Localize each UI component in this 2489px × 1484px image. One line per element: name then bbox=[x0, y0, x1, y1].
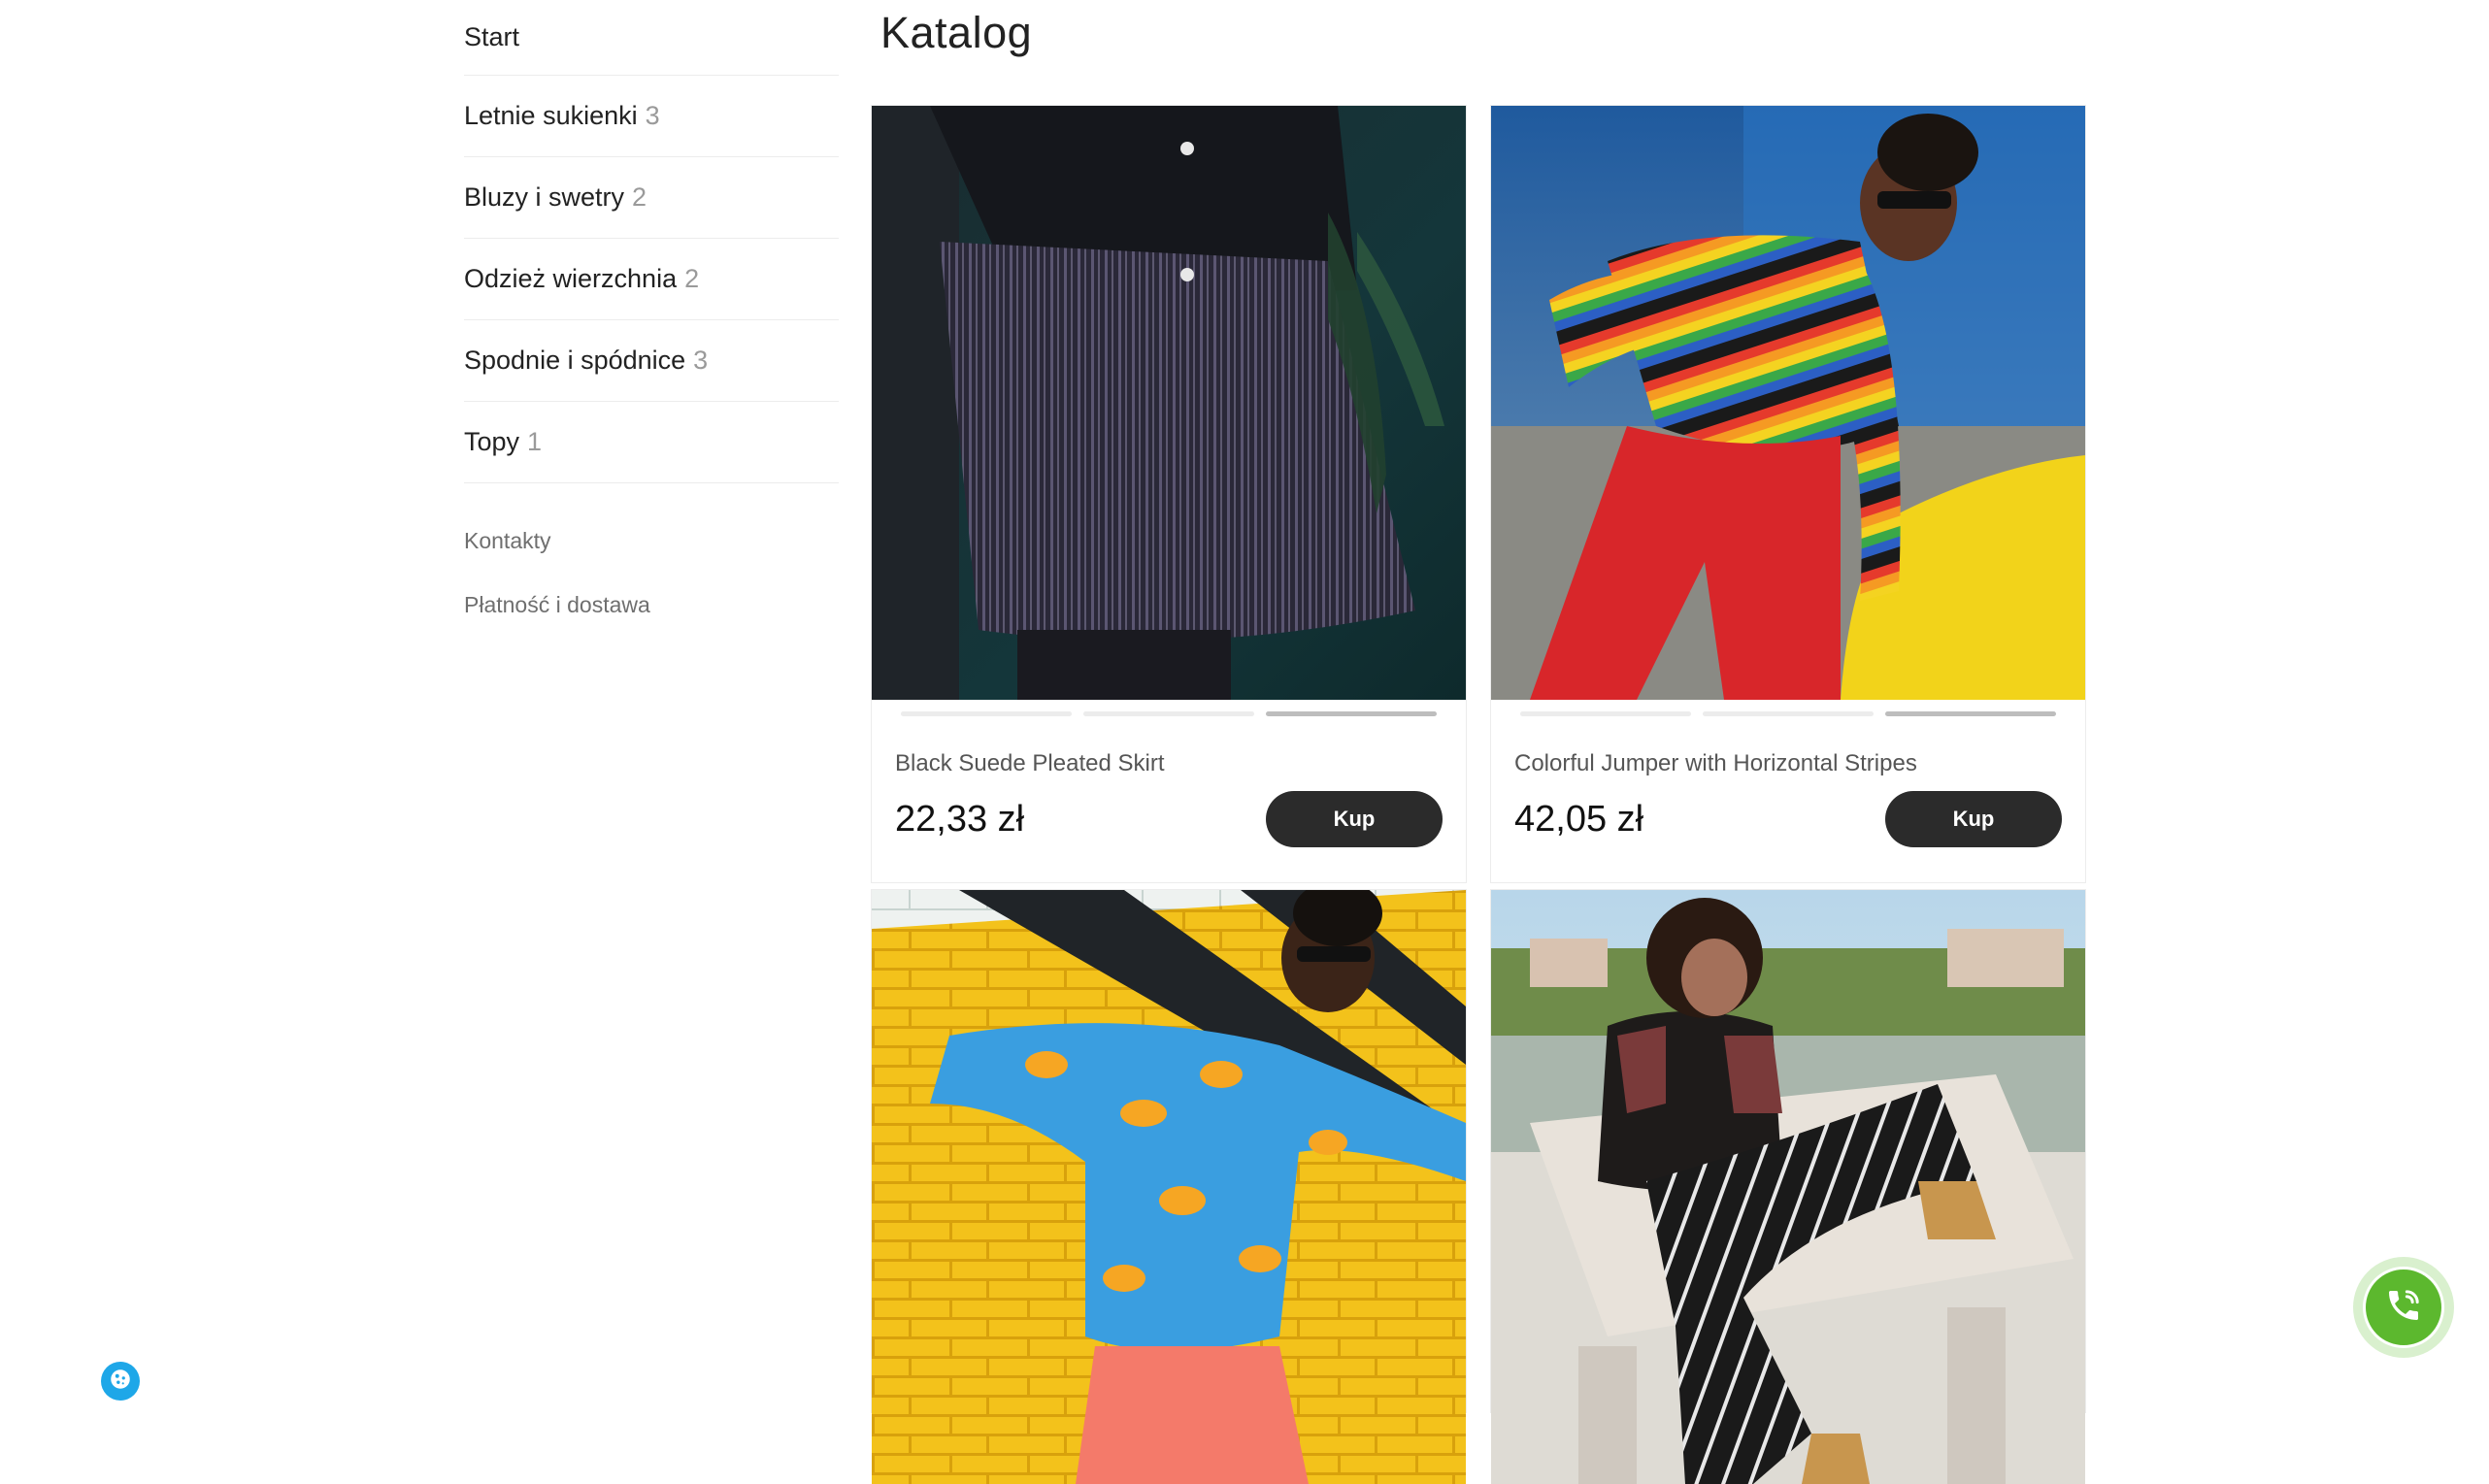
product-grid: Black Suede Pleated Skirt 22,33 zł Kup C… bbox=[871, 105, 2086, 1484]
category-sidebar: Start Letnie sukienki 3 Bluzy i swetry 2… bbox=[464, 0, 839, 637]
slider-dot[interactable] bbox=[1520, 711, 1691, 716]
sidebar-item-count: 2 bbox=[684, 264, 700, 293]
buy-button[interactable]: Kup bbox=[1885, 791, 2062, 847]
product-image[interactable] bbox=[1491, 890, 2085, 1484]
call-button[interactable] bbox=[2353, 1257, 2454, 1358]
slider-dot-active[interactable] bbox=[1885, 711, 2056, 716]
sidebar-item-summer-dresses[interactable]: Letnie sukienki 3 bbox=[464, 76, 839, 157]
slider-dot[interactable] bbox=[1703, 711, 1874, 716]
product-card: Black Suede Pleated Skirt 22,33 zł Kup bbox=[871, 105, 1467, 883]
product-image[interactable] bbox=[1491, 106, 2085, 700]
product-card bbox=[1490, 889, 2086, 1484]
sidebar-item-outerwear[interactable]: Odzież wierzchnia 2 bbox=[464, 239, 839, 320]
product-image[interactable] bbox=[872, 890, 1466, 1484]
sidebar-item-label: Spodnie i spódnice bbox=[464, 346, 686, 375]
slider-dot[interactable] bbox=[901, 711, 1072, 716]
sidebar-item-label: Start bbox=[464, 22, 520, 51]
sidebar-item-label: Odzież wierzchnia bbox=[464, 264, 678, 293]
sidebar-item-trousers-skirts[interactable]: Spodnie i spódnice 3 bbox=[464, 320, 839, 402]
cookie-settings-button[interactable] bbox=[101, 1362, 140, 1401]
image-slider-dots bbox=[1520, 711, 2056, 716]
sidebar-item-label: Letnie sukienki bbox=[464, 101, 638, 130]
cookie-icon bbox=[108, 1367, 133, 1397]
sidebar-item-label: Bluzy i swetry bbox=[464, 182, 625, 212]
product-card bbox=[871, 889, 1467, 1484]
slider-dot-active[interactable] bbox=[1266, 711, 1437, 716]
product-price: 42,05 zł bbox=[1514, 799, 1644, 840]
phone-icon bbox=[2384, 1286, 2423, 1330]
call-button-inner bbox=[2363, 1267, 2444, 1348]
buy-button[interactable]: Kup bbox=[1266, 791, 1443, 847]
product-image[interactable] bbox=[872, 106, 1466, 700]
product-name[interactable]: Black Suede Pleated Skirt bbox=[895, 750, 1165, 777]
product-price: 22,33 zł bbox=[895, 799, 1025, 840]
sidebar-item-tops[interactable]: Topy 1 bbox=[464, 402, 839, 483]
sidebar-item-count: 2 bbox=[632, 182, 647, 212]
product-name[interactable]: Colorful Jumper with Horizontal Stripes bbox=[1514, 750, 1917, 777]
sidebar-item-sweatshirts[interactable]: Bluzy i swetry 2 bbox=[464, 157, 839, 239]
contacts-link[interactable]: Kontakty bbox=[464, 509, 839, 573]
page-title: Katalog bbox=[880, 8, 1033, 57]
image-slider-dots bbox=[901, 711, 1437, 716]
sidebar-item-label: Topy bbox=[464, 427, 520, 456]
sidebar-item-count: 1 bbox=[527, 427, 543, 456]
sidebar-item-count: 3 bbox=[645, 101, 660, 130]
slider-dot[interactable] bbox=[1083, 711, 1254, 716]
product-card: Colorful Jumper with Horizontal Stripes … bbox=[1490, 105, 2086, 883]
info-links: Kontakty Płatność i dostawa bbox=[464, 483, 839, 637]
sidebar-item-start[interactable]: Start bbox=[464, 0, 839, 76]
sidebar-item-count: 3 bbox=[693, 346, 709, 375]
payment-delivery-link[interactable]: Płatność i dostawa bbox=[464, 573, 839, 637]
